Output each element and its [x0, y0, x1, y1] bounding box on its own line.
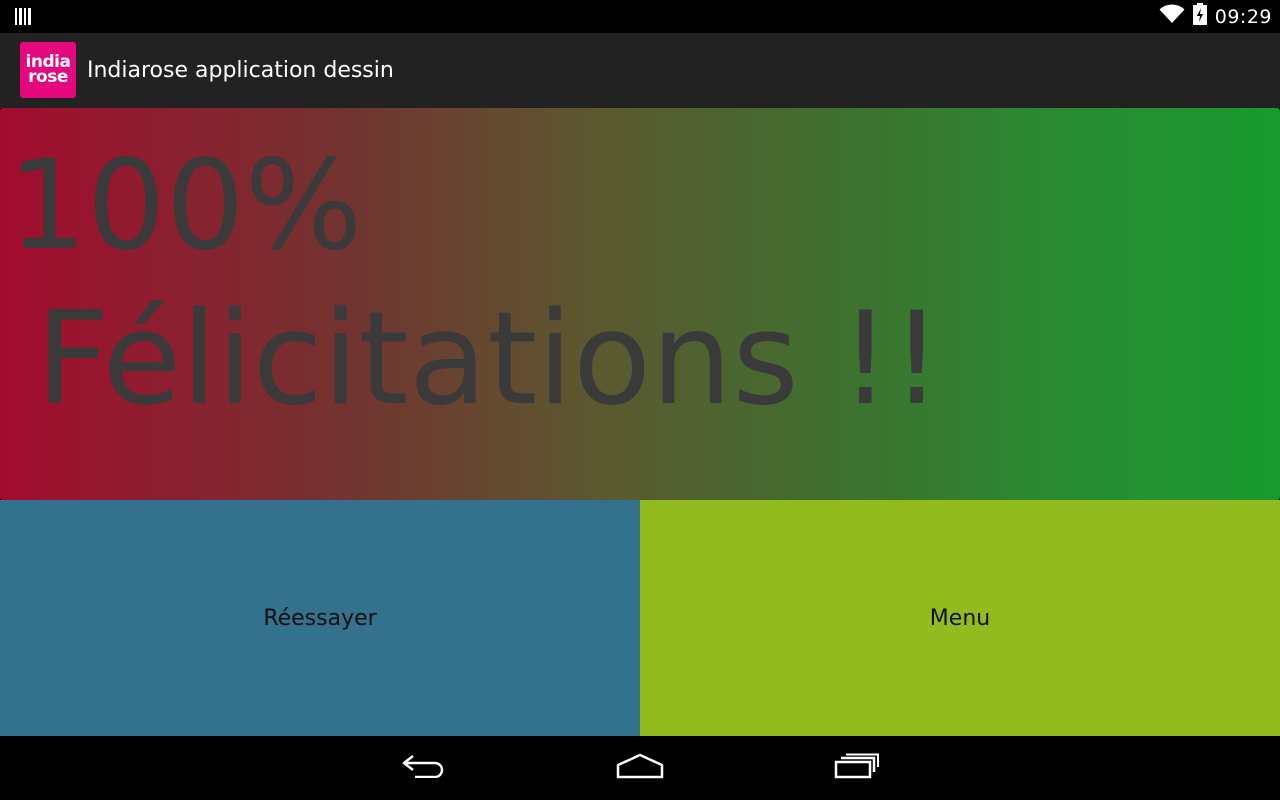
- status-bar: 09:29: [0, 0, 1280, 33]
- navigation-bar: [0, 736, 1280, 800]
- recents-icon: [834, 753, 880, 784]
- battery-charging-icon: [1192, 3, 1207, 30]
- home-icon: [616, 753, 664, 784]
- wifi-icon: [1159, 4, 1185, 29]
- congratulations-message: Félicitations !!: [36, 285, 943, 434]
- retry-button-label: Réessayer: [263, 605, 377, 631]
- menu-button[interactable]: Menu: [640, 500, 1280, 736]
- score-percentage: 100%: [8, 134, 363, 278]
- home-button[interactable]: [610, 752, 670, 784]
- result-panel: 100% Félicitations !!: [0, 108, 1280, 500]
- barcode-icon: [15, 8, 33, 25]
- menu-button-label: Menu: [929, 605, 991, 631]
- recents-button[interactable]: [827, 752, 887, 784]
- logo-line-2: rose: [28, 67, 68, 87]
- status-indicators: 09:29: [1159, 0, 1272, 33]
- app-logo[interactable]: india rose: [20, 42, 76, 98]
- back-icon: [401, 754, 447, 783]
- retry-button[interactable]: Réessayer: [0, 500, 640, 736]
- action-bar: india rose Indiarose application dessin: [0, 33, 1280, 108]
- app-title: Indiarose application dessin: [87, 58, 394, 83]
- back-button[interactable]: [394, 752, 454, 784]
- status-time: 09:29: [1214, 5, 1272, 28]
